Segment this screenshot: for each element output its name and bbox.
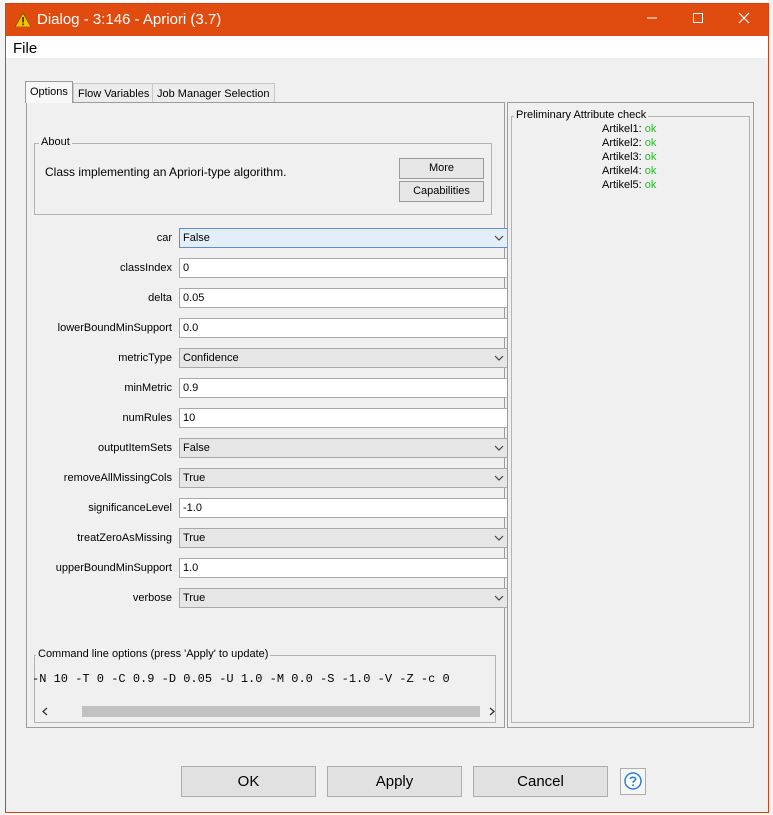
maximize-button[interactable] — [675, 4, 721, 36]
attribute-status: ok — [644, 165, 657, 177]
param-select-treatzeroasmissing[interactable]: True — [179, 528, 510, 548]
close-icon — [738, 12, 750, 24]
param-select-removeallmissingcols[interactable]: True — [179, 468, 510, 488]
chevron-down-icon — [494, 355, 504, 361]
about-group: About Class implementing an Apriori-type… — [34, 136, 492, 215]
scroll-right-icon[interactable] — [488, 707, 496, 716]
attribute-name: Artikel5: — [602, 179, 642, 191]
param-select-car[interactable]: False — [179, 228, 510, 248]
param-input-upperboundminsupport[interactable]: 1.0 — [179, 558, 510, 578]
maximize-icon — [693, 13, 703, 23]
param-label-removeallmissingcols: removeAllMissingCols — [63, 472, 172, 484]
scrollbar-thumb[interactable] — [82, 706, 480, 717]
param-label-verbose: verbose — [132, 592, 172, 604]
param-value-minmetric: 0.9 — [183, 382, 199, 394]
minimize-button[interactable] — [629, 4, 675, 36]
attribute-row: Artikel1: ok — [602, 123, 657, 135]
chevron-down-icon — [494, 445, 504, 451]
param-value-lowerboundminsupport: 0.0 — [183, 322, 199, 334]
capabilities-button[interactable]: Capabilities — [399, 181, 484, 202]
command-line-text: -N 10 -T 0 -C 0.9 -D 0.05 -U 1.0 -M 0.0 … — [32, 672, 450, 686]
param-input-significancelevel[interactable]: -1.0 — [179, 498, 510, 518]
param-value-numrules: 10 — [183, 412, 196, 424]
param-value-classindex: 0 — [183, 262, 190, 274]
tab-job-manager-selection[interactable]: Job Manager Selection — [152, 83, 275, 103]
attribute-check-panel: Preliminary Attribute check Artikel1: ok A… — [507, 102, 754, 728]
attribute-status: ok — [644, 179, 657, 191]
title-bar: Dialog - 3:146 - Apriori (3.7) — [6, 4, 768, 36]
param-input-delta[interactable]: 0.05 — [179, 288, 510, 308]
attribute-name: Artikel3: — [602, 151, 642, 163]
attribute-name: Artikel2: — [602, 137, 642, 149]
options-panel: About Class implementing an Apriori-type… — [26, 102, 510, 728]
param-select-verbose[interactable]: True — [179, 588, 510, 608]
apply-button[interactable]: Apply — [327, 766, 462, 797]
window-title: Dialog - 3:146 - Apriori (3.7) — [37, 11, 222, 28]
param-select-outputitemsets[interactable]: False — [179, 438, 510, 458]
param-label-car: car — [156, 232, 172, 244]
param-label-metrictype: metricType — [118, 352, 172, 364]
attribute-check-legend: Preliminary Attribute check — [514, 109, 649, 121]
scroll-left-icon[interactable] — [41, 707, 49, 716]
param-value-metrictype: Confidence — [183, 352, 239, 364]
ok-button[interactable]: OK — [181, 766, 316, 797]
tab-options[interactable]: Options — [25, 81, 73, 103]
horizontal-scrollbar[interactable] — [38, 703, 498, 720]
param-value-upperboundminsupport: 1.0 — [183, 562, 199, 574]
param-value-delta: 0.05 — [183, 292, 205, 304]
param-input-classindex[interactable]: 0 — [179, 258, 510, 278]
attribute-row: Artikel2: ok — [602, 137, 657, 149]
param-value-removeallmissingcols: True — [183, 472, 206, 484]
warning-triangle-icon — [15, 13, 31, 27]
param-input-lowerboundminsupport[interactable]: 0.0 — [179, 318, 510, 338]
dialog-window: Dialog - 3:146 - Apriori (3.7) File Opti… — [5, 3, 769, 813]
param-label-lowerboundminsupport: lowerBoundMinSupport — [57, 322, 172, 334]
chevron-down-icon — [494, 535, 504, 541]
param-label-classindex: classIndex — [120, 262, 172, 274]
attribute-name: Artikel4: — [602, 165, 642, 177]
attribute-row: Artikel4: ok — [602, 165, 657, 177]
question-icon — [624, 772, 642, 790]
param-input-numrules[interactable]: 10 — [179, 408, 510, 428]
menu-bar: File — [6, 36, 768, 58]
param-value-significancelevel: -1.0 — [183, 502, 202, 514]
param-value-verbose: True — [183, 592, 206, 604]
chevron-down-icon — [494, 235, 504, 241]
attribute-name: Artikel1: — [602, 123, 642, 135]
param-value-outputitemsets: False — [183, 442, 210, 454]
attribute-row: Artikel5: ok — [602, 179, 657, 191]
attribute-status: ok — [644, 137, 657, 149]
menu-file[interactable]: File — [13, 40, 37, 57]
tab-flow-variables[interactable]: Flow Variables — [73, 83, 155, 103]
chevron-down-icon — [494, 595, 504, 601]
param-label-upperboundminsupport: upperBoundMinSupport — [55, 562, 172, 574]
command-line-legend: Command line options (press 'Apply' to u… — [36, 648, 271, 660]
param-label-treatzeroasmissing: treatZeroAsMissing — [77, 532, 172, 544]
about-legend: About — [39, 136, 72, 148]
param-value-treatzeroasmissing: True — [183, 532, 206, 544]
help-button[interactable] — [620, 768, 646, 795]
more-button[interactable]: More — [399, 158, 484, 179]
about-text: Class implementing an Apriori-type algor… — [45, 165, 287, 179]
command-line-group: Command line options (press 'Apply' to u… — [32, 648, 498, 723]
param-label-outputitemsets: outputItemSets — [98, 442, 172, 454]
attribute-status: ok — [644, 151, 657, 163]
close-button[interactable] — [721, 4, 767, 36]
attribute-status: ok — [644, 123, 657, 135]
param-value-car: False — [183, 232, 210, 244]
param-label-delta: delta — [148, 292, 172, 304]
minimize-icon — [647, 17, 657, 19]
param-label-significancelevel: significanceLevel — [88, 502, 172, 514]
param-input-minmetric[interactable]: 0.9 — [179, 378, 510, 398]
param-label-minmetric: minMetric — [124, 382, 172, 394]
attribute-row: Artikel3: ok — [602, 151, 657, 163]
attribute-check-group: Preliminary Attribute check Artikel1: ok A… — [511, 109, 750, 723]
param-label-numrules: numRules — [122, 412, 172, 424]
chevron-down-icon — [494, 475, 504, 481]
cancel-button[interactable]: Cancel — [473, 766, 608, 797]
param-select-metrictype[interactable]: Confidence — [179, 348, 510, 368]
